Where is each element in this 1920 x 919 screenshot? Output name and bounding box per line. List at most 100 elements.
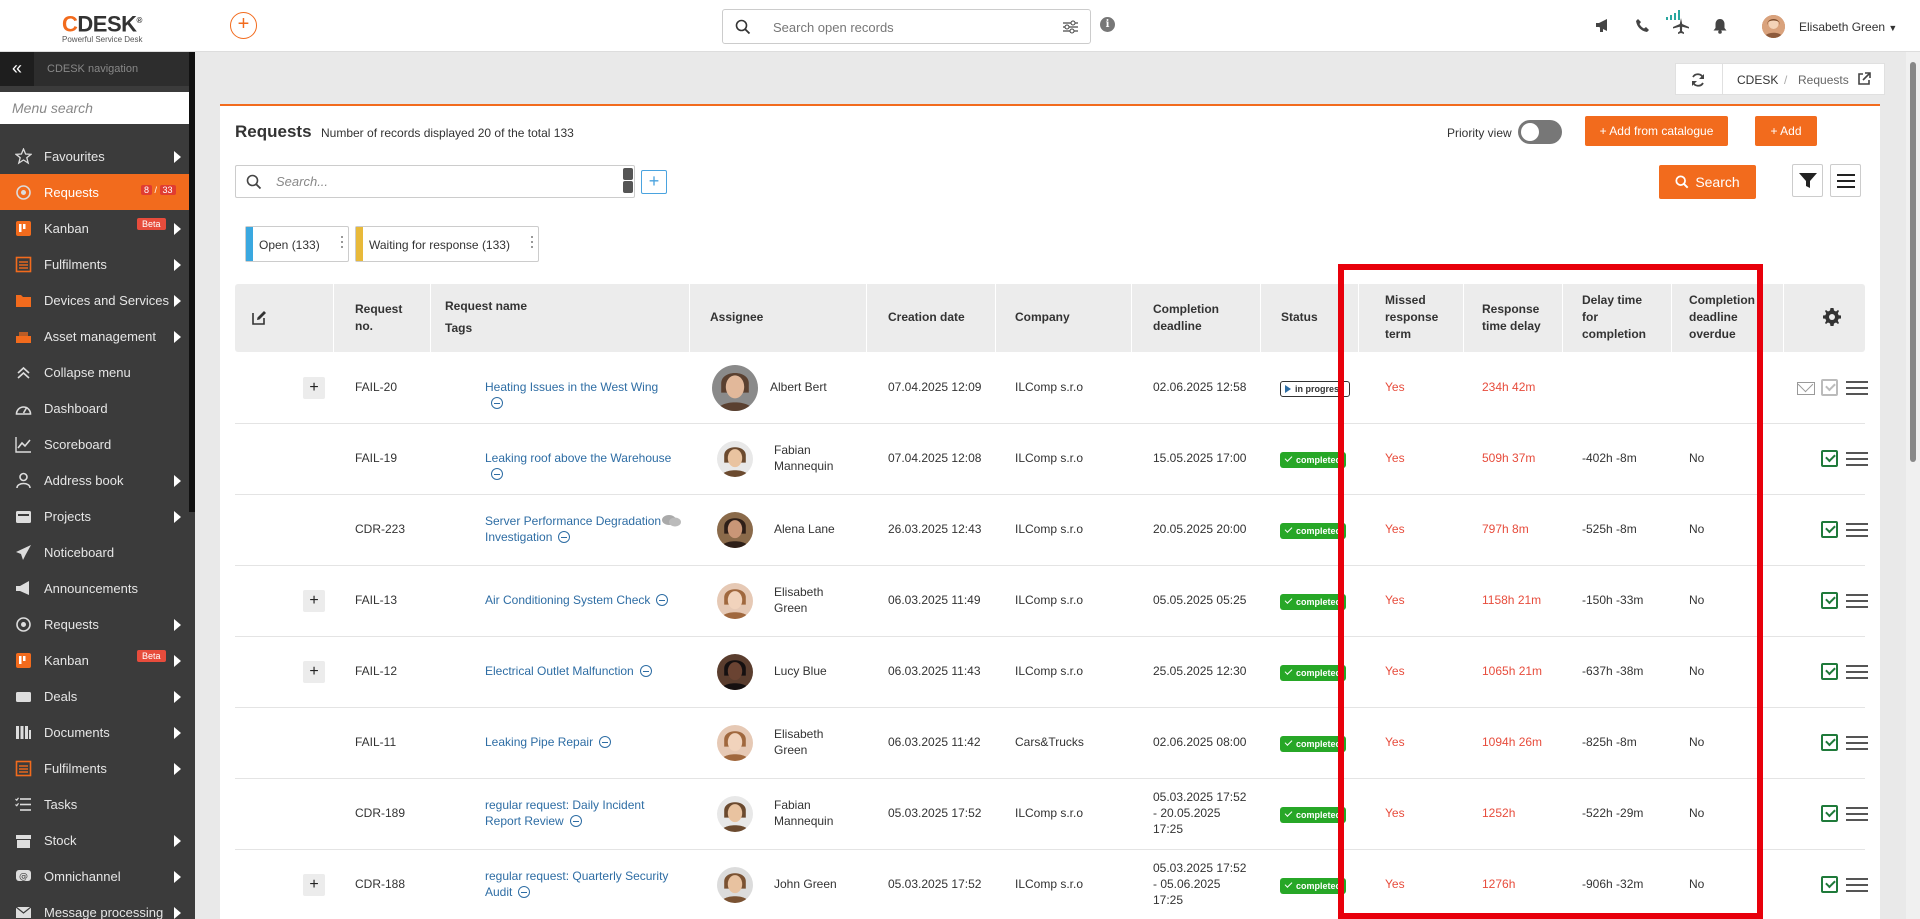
sidebar-item-documents[interactable]: Documents <box>0 714 189 750</box>
col-creation-date[interactable]: Creation date <box>888 309 965 326</box>
row-menu-icon[interactable] <box>1846 594 1868 612</box>
tag-remove-icon[interactable] <box>639 665 652 677</box>
sidebar-item-noticeboard[interactable]: Noticeboard <box>0 534 189 570</box>
expand-row-button[interactable]: + <box>303 874 325 896</box>
request-name-link[interactable]: Server Performance Degradation Investiga… <box>485 513 675 545</box>
more-vertical-icon[interactable] <box>531 236 534 251</box>
row-menu-icon[interactable] <box>1846 381 1868 399</box>
table-row[interactable]: + FAIL-13 Air Conditioning System Check Eli… <box>235 566 1868 637</box>
col-status[interactable]: Status <box>1281 309 1318 326</box>
checkbox-icon[interactable] <box>1821 592 1838 609</box>
table-row[interactable]: + CDR-188 regular request: Quarterly Secur… <box>235 850 1868 919</box>
sidebar-item-stock[interactable]: Stock <box>0 822 189 858</box>
sidebar-scrollbar[interactable] <box>189 52 195 512</box>
sidebar-item-announcements[interactable]: Announcements <box>0 570 189 606</box>
request-name-link[interactable]: regular request: Quarterly Security Audi… <box>485 868 675 900</box>
request-name-link[interactable]: Leaking roof above the Warehouse <box>485 450 675 482</box>
quick-add-button[interactable]: + <box>230 12 257 39</box>
sidebar-item-kanban[interactable]: Kanban Beta <box>0 642 189 678</box>
col-tags[interactable]: Tags <box>445 320 472 337</box>
page-scrollbar[interactable] <box>1906 52 1920 919</box>
mail-icon[interactable] <box>1797 382 1815 395</box>
tag-remove-icon[interactable] <box>491 468 503 480</box>
checkbox-icon[interactable] <box>1821 450 1838 467</box>
table-row[interactable]: + FAIL-20 Heating Issues in the West Wing A… <box>235 353 1868 424</box>
sidebar-item-tasks[interactable]: Tasks <box>0 786 189 822</box>
col-delay-time-completion[interactable]: Delay time for completion <box>1582 292 1657 343</box>
checkbox-icon[interactable] <box>1821 663 1838 680</box>
more-vertical-icon[interactable] <box>341 236 344 251</box>
tag-filter-open[interactable]: Open (133) <box>245 226 349 262</box>
phone-icon[interactable] <box>1635 18 1650 33</box>
row-menu-icon[interactable] <box>1846 523 1868 541</box>
edit-icon[interactable] <box>252 310 267 325</box>
user-avatar[interactable] <box>1762 15 1785 38</box>
sidebar-item-omnichannel[interactable]: @ Omnichannel <box>0 858 189 894</box>
sidebar-item-scoreboard[interactable]: Scoreboard <box>0 426 189 462</box>
request-name-link[interactable]: Electrical Outlet Malfunction <box>485 663 675 679</box>
filter-handle-icon[interactable] <box>622 167 634 196</box>
request-number[interactable]: FAIL-11 <box>355 734 396 750</box>
row-menu-icon[interactable] <box>1846 665 1868 683</box>
menu-search-input[interactable] <box>0 92 189 124</box>
table-row[interactable]: CDR-189 regular request: Daily Incident R… <box>235 779 1868 850</box>
table-row[interactable]: FAIL-19 Leaking roof above the Warehouse F… <box>235 424 1868 495</box>
expand-row-button[interactable]: + <box>303 590 325 612</box>
request-name-link[interactable]: Leaking Pipe Repair <box>485 734 675 750</box>
request-name-link[interactable]: regular request: Daily Incident Report R… <box>485 797 675 829</box>
sidebar-item-collapse-menu[interactable]: Collapse menu <box>0 354 189 390</box>
global-search[interactable] <box>722 9 1091 44</box>
col-missed-response-term[interactable]: Missed response term <box>1385 292 1455 343</box>
tag-filter-waiting[interactable]: Waiting for response (133) <box>355 226 539 262</box>
col-assignee[interactable]: Assignee <box>710 309 763 326</box>
sidebar-item-kanban[interactable]: Kanban Beta <box>0 210 189 246</box>
col-company[interactable]: Company <box>1015 309 1070 326</box>
sidebar-item-deals[interactable]: Deals <box>0 678 189 714</box>
sidebar-item-devices-and-services[interactable]: Devices and Services <box>0 282 189 318</box>
priority-view-toggle[interactable] <box>1518 120 1562 144</box>
sidebar-item-fulfilments[interactable]: Fulfilments <box>0 246 189 282</box>
add-button[interactable]: + Add <box>1755 116 1817 146</box>
refresh-icon[interactable] <box>1690 72 1706 88</box>
request-number[interactable]: FAIL-13 <box>355 592 397 608</box>
sidebar-item-dashboard[interactable]: Dashboard <box>0 390 189 426</box>
row-menu-icon[interactable] <box>1846 878 1868 896</box>
menu-button[interactable] <box>1830 164 1861 197</box>
info-icon[interactable]: i <box>1100 17 1115 32</box>
request-number[interactable]: CDR-188 <box>355 876 405 892</box>
collapse-sidebar-button[interactable]: « <box>0 52 34 86</box>
table-row[interactable]: CDR-223 Server Performance Degradation In… <box>235 495 1868 566</box>
checkbox-icon[interactable] <box>1821 876 1838 893</box>
row-menu-icon[interactable] <box>1846 452 1868 470</box>
gear-icon[interactable] <box>1823 308 1841 326</box>
col-request-name[interactable]: Request name <box>445 298 527 315</box>
user-menu[interactable]: Elisabeth Green ▼ <box>1799 20 1897 34</box>
request-number[interactable]: FAIL-12 <box>355 663 397 679</box>
megaphone-icon[interactable] <box>1595 18 1611 33</box>
sidebar-item-favourites[interactable]: Favourites <box>0 138 189 174</box>
col-completion-deadline[interactable]: Completion deadline <box>1153 301 1233 335</box>
checkbox-icon[interactable] <box>1821 521 1838 538</box>
request-name-link[interactable]: Heating Issues in the West Wing <box>485 379 675 411</box>
tag-remove-icon[interactable] <box>569 815 582 827</box>
checkbox-icon[interactable] <box>1821 805 1838 822</box>
add-filter-button[interactable]: + <box>641 170 667 194</box>
global-search-input[interactable] <box>773 18 1033 36</box>
breadcrumb-root[interactable]: CDESK <box>1737 73 1778 87</box>
col-response-time-delay[interactable]: Response time delay <box>1482 301 1552 335</box>
request-number[interactable]: FAIL-19 <box>355 450 397 466</box>
airplane-icon[interactable] <box>1673 18 1689 34</box>
filter-search-input[interactable] <box>276 174 576 189</box>
sidebar-item-fulfilments[interactable]: Fulfilments <box>0 750 189 786</box>
sidebar-item-asset-management[interactable]: Asset management <box>0 318 189 354</box>
col-request-no[interactable]: Request no. <box>355 301 415 335</box>
sidebar-item-requests[interactable]: Requests <box>0 606 189 642</box>
request-number[interactable]: FAIL-20 <box>355 379 397 395</box>
table-row[interactable]: FAIL-11 Leaking Pipe Repair Elisabeth Gree… <box>235 708 1868 779</box>
filter-search[interactable] <box>235 165 635 198</box>
expand-row-button[interactable]: + <box>303 661 325 683</box>
expand-row-button[interactable]: + <box>303 377 325 399</box>
col-deadline-overdue[interactable]: Completion deadline overdue <box>1689 292 1769 343</box>
cdesk-logo[interactable]: CDESK® Powerful Service Desk <box>62 10 162 45</box>
sidebar-item-requests[interactable]: Requests 8 / 33 <box>0 174 189 210</box>
